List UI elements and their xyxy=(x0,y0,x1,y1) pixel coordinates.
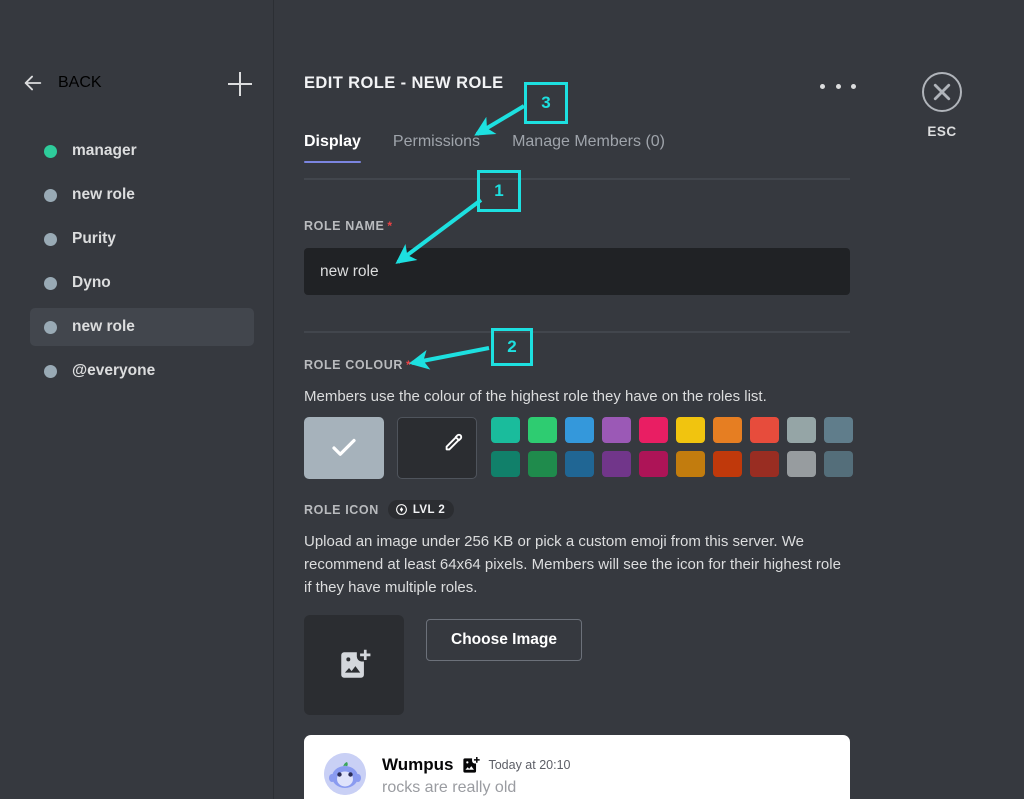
main-panel: EDIT ROLE - NEW ROLE Display Permissions M… xyxy=(274,0,894,799)
sidebar-item-label: manager xyxy=(72,142,137,159)
message-author: Wumpus xyxy=(382,755,454,774)
tab-manage[interactable]: Manage Members (0) xyxy=(512,133,665,163)
colour-swatch-row xyxy=(304,417,853,479)
sidebar-item-role[interactable]: Purity xyxy=(30,220,254,258)
colour-swatch[interactable] xyxy=(713,451,742,477)
colour-swatch[interactable] xyxy=(787,451,816,477)
role-colour-dot xyxy=(44,276,57,290)
colour-swatch[interactable] xyxy=(602,417,631,443)
colour-swatch[interactable] xyxy=(676,451,705,477)
role-name-input[interactable] xyxy=(304,248,850,295)
colour-swatch[interactable] xyxy=(491,451,520,477)
back-label: BACK xyxy=(58,74,102,91)
role-colour-dot xyxy=(44,364,57,378)
colour-swatch[interactable] xyxy=(639,417,668,443)
role-colour-dot xyxy=(44,232,57,246)
ellipsis-icon[interactable] xyxy=(820,76,856,96)
diamond-icon xyxy=(395,504,407,515)
choose-image-button[interactable]: Choose Image xyxy=(426,619,582,661)
check-icon xyxy=(332,438,356,456)
required-marker: * xyxy=(405,358,412,372)
tab-bar: Display Permissions Manage Members (0) xyxy=(304,133,864,163)
discord-role-settings-screen: BACK manager new role Purity Dyno new role @e… xyxy=(0,0,1024,799)
role-colour-description: Members use the colour of the highest ro… xyxy=(304,388,767,405)
wumpus-avatar xyxy=(324,753,366,795)
sidebar-item-role[interactable]: new role xyxy=(30,176,254,214)
role-colour-dot xyxy=(44,144,57,158)
back-button[interactable]: BACK xyxy=(22,72,102,94)
role-colour-label: ROLE COLOUR * xyxy=(304,358,411,372)
eyedropper-icon xyxy=(445,433,463,451)
sidebar-item-label: @everyone xyxy=(72,362,156,379)
tab-display[interactable]: Display xyxy=(304,133,361,163)
status-badge-text: LVL 2 xyxy=(412,503,446,516)
sidebar-item-label: Dyno xyxy=(72,274,111,291)
image-plus-icon xyxy=(463,756,481,773)
close-button[interactable] xyxy=(922,72,962,112)
required-marker: * xyxy=(387,219,393,233)
roles-sidebar: BACK manager new role Purity Dyno new role @e… xyxy=(0,0,273,799)
colour-swatch[interactable] xyxy=(750,417,779,443)
custom-colour-picker[interactable] xyxy=(397,417,477,479)
colour-swatch[interactable] xyxy=(491,417,520,443)
message-text: rocks are really old xyxy=(382,779,517,796)
colour-swatch[interactable] xyxy=(565,417,594,443)
status-badge: LVL 2 xyxy=(387,500,455,519)
arrow-left-icon xyxy=(24,75,42,91)
colour-swatch[interactable] xyxy=(639,451,668,477)
role-icon-header: ROLE ICON LVL 2 xyxy=(304,500,455,519)
role-colour-dot xyxy=(44,188,57,202)
colour-swatch[interactable] xyxy=(713,417,742,443)
role-colour-label-text: ROLE COLOUR xyxy=(304,358,403,372)
page-title: EDIT ROLE - NEW ROLE xyxy=(304,74,504,92)
message-timestamp: Today at 20:10 xyxy=(488,758,571,772)
colour-swatch[interactable] xyxy=(676,417,705,443)
role-icon-label: ROLE ICON xyxy=(304,502,379,517)
sidebar-item-label: new role xyxy=(72,186,135,203)
colour-swatch[interactable] xyxy=(602,451,631,477)
role-colour-dot xyxy=(44,320,57,334)
colour-swatch[interactable] xyxy=(528,451,557,477)
sidebar-item-role[interactable]: manager xyxy=(30,132,254,170)
close-panel-zone: ESC xyxy=(894,0,1024,799)
close-button-label: ESC xyxy=(927,124,957,139)
image-upload-dropzone[interactable] xyxy=(304,615,404,715)
wumpus-avatar-art xyxy=(324,753,366,795)
role-icon-description: Upload an image under 256 KB or pick a c… xyxy=(304,533,841,596)
role-list: manager new role Purity Dyno new role @everyo… xyxy=(30,132,254,396)
sidebar-item-role[interactable]: @everyone xyxy=(30,352,254,390)
colour-swatch[interactable] xyxy=(824,451,853,477)
role-name-label: ROLE NAME * xyxy=(304,219,393,233)
sidebar-item-label: Purity xyxy=(72,230,116,247)
section-divider xyxy=(304,331,850,333)
colour-palette-grid xyxy=(491,417,853,477)
default-colour-swatch[interactable] xyxy=(304,417,384,479)
colour-swatch[interactable] xyxy=(750,451,779,477)
role-icon-upload-row: Choose Image xyxy=(304,615,582,715)
colour-swatch[interactable] xyxy=(528,417,557,443)
add-role-button[interactable] xyxy=(228,72,252,96)
sidebar-item-label: new role xyxy=(72,318,135,335)
colour-swatch[interactable] xyxy=(787,417,816,443)
sidebar-item-role[interactable]: Dyno xyxy=(30,264,254,302)
colour-swatch[interactable] xyxy=(565,451,594,477)
tab-permissions[interactable]: Permissions xyxy=(393,133,480,163)
sidebar-item-role[interactable]: new role xyxy=(30,308,254,346)
image-plus-icon xyxy=(341,649,371,678)
close-icon xyxy=(933,83,951,101)
role-name-label-text: ROLE NAME xyxy=(304,219,385,233)
message-preview-card: Wumpus Today at 20:10 rocks are really o… xyxy=(304,735,850,799)
colour-swatch[interactable] xyxy=(824,417,853,443)
tab-bar-divider xyxy=(304,178,850,180)
